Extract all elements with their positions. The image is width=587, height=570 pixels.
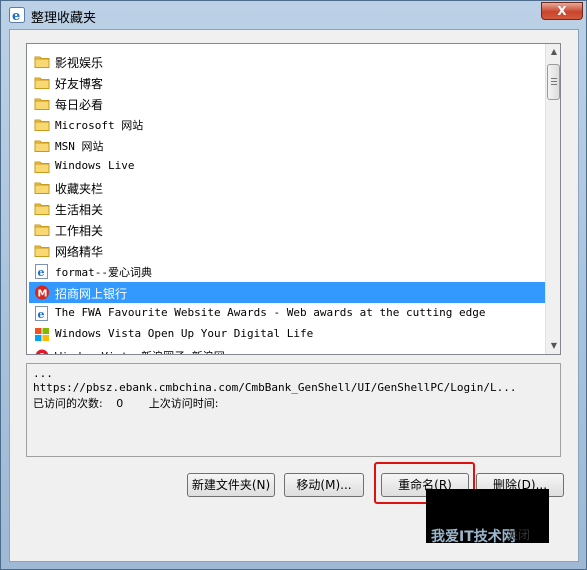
list-item-label: 招商网上银行 xyxy=(55,287,128,301)
list-item[interactable]: e format--爱心词典 xyxy=(29,261,545,282)
list-item[interactable]: MSN 网站 xyxy=(29,135,545,156)
details-ellipsis: ... xyxy=(33,367,53,380)
list-item-label: WindowsVista 新浪圈子 新浪网 xyxy=(55,348,225,354)
dialog-window: e 整理收藏夹 X 影视娱乐好友博客每日必看 Microsoft 网站 MSN 网站… xyxy=(0,0,587,570)
svg-text:e: e xyxy=(38,266,45,279)
visits-label: 已访问的次数: xyxy=(33,397,103,410)
favorites-list[interactable]: 影视娱乐好友博客每日必看 Microsoft 网站 MSN 网站 Windows Li… xyxy=(26,43,561,355)
list-item[interactable]: 影视娱乐 xyxy=(29,51,545,72)
list-item-label: 好友博客 xyxy=(55,77,104,91)
title-bar[interactable]: e 整理收藏夹 X xyxy=(1,1,587,29)
svg-text:e: e xyxy=(12,9,20,23)
details-url: https://pbsz.ebank.cmbchina.com/CmbBank_… xyxy=(33,381,517,394)
list-item-label: Windows Live xyxy=(55,159,135,172)
list-item[interactable]: Windows Vista Open Up Your Digital Life xyxy=(29,324,545,345)
details-panel: ... https://pbsz.ebank.cmbchina.com/CmbB… xyxy=(26,363,561,457)
list-item[interactable]: WindowsVista 新浪圈子 新浪网 xyxy=(29,345,545,354)
watermark-text: 我爱IT技术网 xyxy=(431,529,516,545)
vertical-scrollbar[interactable]: ▲ ▼ xyxy=(545,44,560,354)
new-folder-button[interactable]: 新建文件夹(N) xyxy=(187,473,275,497)
list-item[interactable]: 生活相关 xyxy=(29,198,545,219)
folder-icon xyxy=(34,243,50,258)
list-item[interactable]: e The FWA Favourite Website Awards - Web … xyxy=(29,303,545,324)
scroll-thumb[interactable] xyxy=(547,64,560,100)
windows-flag-icon xyxy=(34,327,50,342)
svg-text:M: M xyxy=(38,289,48,300)
list-item[interactable]: 每日必看 xyxy=(29,93,545,114)
ie-icon: e xyxy=(9,7,25,23)
list-item-label: 工作相关 xyxy=(55,224,104,238)
list-item[interactable]: 网络精华 xyxy=(29,240,545,261)
details-visits: 已访问的次数: 0 上次访问时间: xyxy=(33,395,218,411)
folder-icon xyxy=(34,201,50,216)
list-item[interactable]: Windows Live xyxy=(29,156,545,177)
list-item-label: Windows Vista Open Up Your Digital Life xyxy=(55,327,314,340)
list-item-label: 收藏夹栏 xyxy=(55,182,104,196)
folder-icon xyxy=(34,180,50,195)
folder-icon xyxy=(34,117,50,132)
list-item[interactable]: 收藏夹栏 xyxy=(29,177,545,198)
list-item[interactable]: 好友博客 xyxy=(29,72,545,93)
list-item[interactable]: M 招商网上银行 xyxy=(29,282,545,303)
dialog-client: 影视娱乐好友博客每日必看 Microsoft 网站 MSN 网站 Windows Li… xyxy=(9,29,579,562)
folder-icon xyxy=(34,54,50,69)
list-item[interactable]: 工作相关 xyxy=(29,219,545,240)
list-item-label: 每日必看 xyxy=(55,98,104,112)
sina-icon xyxy=(34,348,50,354)
folder-icon xyxy=(34,75,50,90)
list-item-label: Microsoft 网站 xyxy=(55,119,144,132)
svg-text:e: e xyxy=(38,308,45,321)
folder-icon xyxy=(34,138,50,153)
last-visit-label: 上次访问时间: xyxy=(148,397,219,410)
cmb-bank-icon: M xyxy=(34,285,50,300)
folder-icon xyxy=(34,222,50,237)
list-item-label: 生活相关 xyxy=(55,203,104,217)
ie-page-icon: e xyxy=(34,306,50,321)
list-item[interactable]: Microsoft 网站 xyxy=(29,114,545,135)
scroll-down-icon[interactable]: ▼ xyxy=(546,338,560,354)
move-button[interactable]: 移动(M)... xyxy=(284,473,364,497)
scroll-up-icon[interactable]: ▲ xyxy=(546,44,560,60)
list-item-label: MSN 网站 xyxy=(55,140,104,153)
list-item-label: The FWA Favourite Website Awards - Web a… xyxy=(55,306,486,319)
close-button-partial[interactable]: 关闭 xyxy=(506,526,530,543)
visits-value: 0 xyxy=(116,397,124,410)
list-item-label: 网络精华 xyxy=(55,245,104,259)
folder-icon xyxy=(34,159,50,174)
list-item-label: 影视娱乐 xyxy=(55,56,104,70)
folder-icon xyxy=(34,96,50,111)
ie-page-icon: e xyxy=(34,264,50,279)
close-button[interactable]: X xyxy=(541,2,583,20)
list-item-label: format--爱心词典 xyxy=(55,266,152,279)
window-title: 整理收藏夹 xyxy=(31,11,97,26)
